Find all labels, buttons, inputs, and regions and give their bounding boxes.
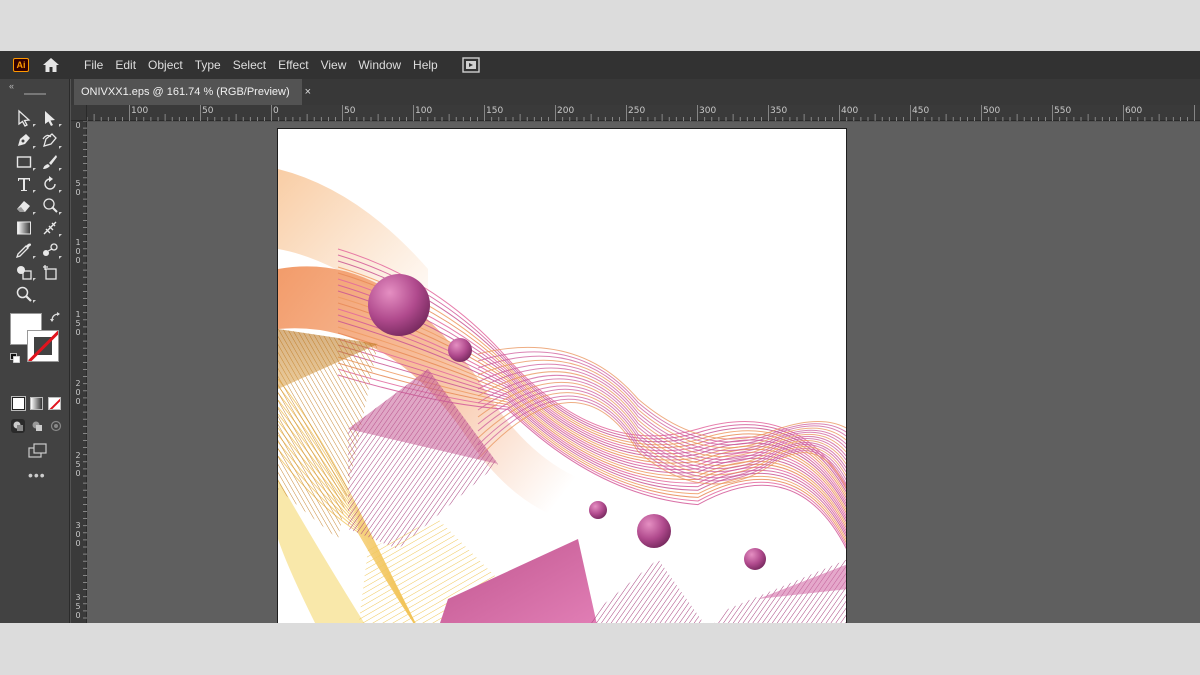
horizontal-ruler[interactable]: 100 50 0 50 100 150 200 250 300 350 400 450 500 550 60… bbox=[87, 105, 1200, 121]
sphere-small-3 bbox=[744, 548, 766, 570]
ruler-label: 150 bbox=[486, 106, 504, 116]
menu-object[interactable]: Object bbox=[142, 51, 189, 79]
panel-grip[interactable] bbox=[24, 93, 46, 95]
menu-effect[interactable]: Effect bbox=[272, 51, 314, 79]
vertical-ruler[interactable]: 0 5 0 1 0 0 1 5 0 2 0 0 2 5 0 3 0 0 3 5 0 bbox=[71, 121, 87, 623]
ruler-label: 0 bbox=[75, 121, 81, 130]
sphere-large bbox=[368, 274, 430, 336]
document-tab-bar: ONIVXX1.eps @ 161.74 % (RGB/Preview) × bbox=[71, 79, 1200, 105]
zoom-tool-icon[interactable] bbox=[14, 284, 34, 304]
selection-tool-icon[interactable] bbox=[14, 108, 34, 128]
type-tool-icon[interactable] bbox=[14, 174, 34, 194]
curvature-tool-icon[interactable] bbox=[40, 130, 60, 150]
ruler-label: 400 bbox=[841, 106, 859, 116]
prism-bottom-center bbox=[591, 559, 704, 623]
sphere-small-2 bbox=[589, 501, 607, 519]
tools-panel: « ••• bbox=[0, 79, 70, 623]
menu-select[interactable]: Select bbox=[227, 51, 272, 79]
ruler-label: 1 5 0 bbox=[75, 310, 81, 337]
stroke-color-swatch[interactable] bbox=[27, 330, 59, 362]
menu-help[interactable]: Help bbox=[407, 51, 444, 79]
eyedropper-tool-icon[interactable] bbox=[14, 240, 34, 260]
draw-inside-icon[interactable] bbox=[49, 419, 63, 433]
canvas-area[interactable] bbox=[87, 122, 1200, 623]
pen-tool-icon[interactable] bbox=[14, 130, 34, 150]
draw-behind-icon[interactable] bbox=[30, 419, 44, 433]
menu-bar: Ai File Edit Object Type Select Effect V… bbox=[0, 51, 1200, 79]
ruler-label: 50 bbox=[344, 106, 356, 116]
color-mode-button[interactable] bbox=[11, 396, 26, 411]
direct-selection-tool-icon[interactable] bbox=[40, 108, 60, 128]
artwork[interactable] bbox=[278, 129, 847, 623]
ruler-label: 600 bbox=[1125, 106, 1143, 116]
swap-fill-stroke-icon[interactable] bbox=[50, 312, 61, 326]
ruler-label: 250 bbox=[628, 106, 646, 116]
ruler-origin[interactable] bbox=[71, 105, 87, 121]
menu-edit[interactable]: Edit bbox=[109, 51, 142, 79]
home-icon[interactable] bbox=[41, 56, 61, 74]
menu-view[interactable]: View bbox=[315, 51, 353, 79]
shape-builder-tool-icon[interactable] bbox=[14, 262, 34, 282]
ruler-label: 450 bbox=[912, 106, 930, 116]
menu-file[interactable]: File bbox=[78, 51, 109, 79]
menu-list: File Edit Object Type Select Effect View… bbox=[78, 51, 444, 79]
ruler-label: 200 bbox=[557, 106, 575, 116]
arrange-documents-icon[interactable] bbox=[462, 57, 480, 73]
ruler-label: 0 bbox=[273, 106, 279, 116]
rotate-tool-icon[interactable] bbox=[40, 174, 60, 194]
ruler-label: 3 0 0 bbox=[75, 521, 81, 548]
ruler-label: 100 bbox=[131, 106, 149, 116]
ruler-label: 2 0 0 bbox=[75, 379, 81, 406]
ruler-label: 300 bbox=[699, 106, 717, 116]
document-tab[interactable]: ONIVXX1.eps @ 161.74 % (RGB/Preview) × bbox=[74, 79, 311, 105]
none-mode-button[interactable] bbox=[48, 397, 61, 410]
paintbrush-tool-icon[interactable] bbox=[40, 152, 60, 172]
menu-type[interactable]: Type bbox=[189, 51, 227, 79]
screen-mode-icon[interactable] bbox=[28, 443, 48, 459]
ruler-label: 350 bbox=[770, 106, 788, 116]
ruler-label: 1 0 0 bbox=[75, 238, 81, 265]
artboard-tool-icon[interactable] bbox=[40, 262, 60, 282]
ruler-label: 500 bbox=[983, 106, 1001, 116]
app-logo: Ai bbox=[13, 58, 29, 72]
menu-window[interactable]: Window bbox=[352, 51, 407, 79]
sphere-small-1 bbox=[448, 338, 472, 362]
collapse-panel-icon[interactable]: « bbox=[9, 81, 14, 91]
ruler-label: 50 bbox=[202, 106, 214, 116]
edit-toolbar-button[interactable]: ••• bbox=[28, 467, 46, 483]
close-icon[interactable]: × bbox=[305, 86, 311, 98]
warp-tool-icon[interactable] bbox=[40, 196, 60, 216]
draw-normal-icon[interactable] bbox=[11, 419, 25, 433]
ruler-label: 3 5 0 bbox=[75, 593, 81, 620]
artboard[interactable] bbox=[277, 128, 847, 623]
document-tab-label: ONIVXX1.eps @ 161.74 % (RGB/Preview) bbox=[81, 86, 290, 98]
mesh-tool-icon[interactable] bbox=[40, 218, 60, 238]
ruler-label: 2 5 0 bbox=[75, 451, 81, 478]
ruler-label: 5 0 bbox=[75, 179, 81, 197]
eraser-tool-icon[interactable] bbox=[14, 196, 34, 216]
illustrator-window: Ai File Edit Object Type Select Effect V… bbox=[0, 51, 1200, 623]
default-colors-icon[interactable] bbox=[10, 350, 20, 363]
gradient-mode-button[interactable] bbox=[30, 397, 43, 410]
ruler-label: 100 bbox=[415, 106, 433, 116]
rectangle-tool-icon[interactable] bbox=[14, 152, 34, 172]
blend-tool-icon[interactable] bbox=[40, 240, 60, 260]
gradient-tool-icon[interactable] bbox=[14, 218, 34, 238]
ruler-label: 550 bbox=[1054, 106, 1072, 116]
sphere-medium bbox=[637, 514, 671, 548]
